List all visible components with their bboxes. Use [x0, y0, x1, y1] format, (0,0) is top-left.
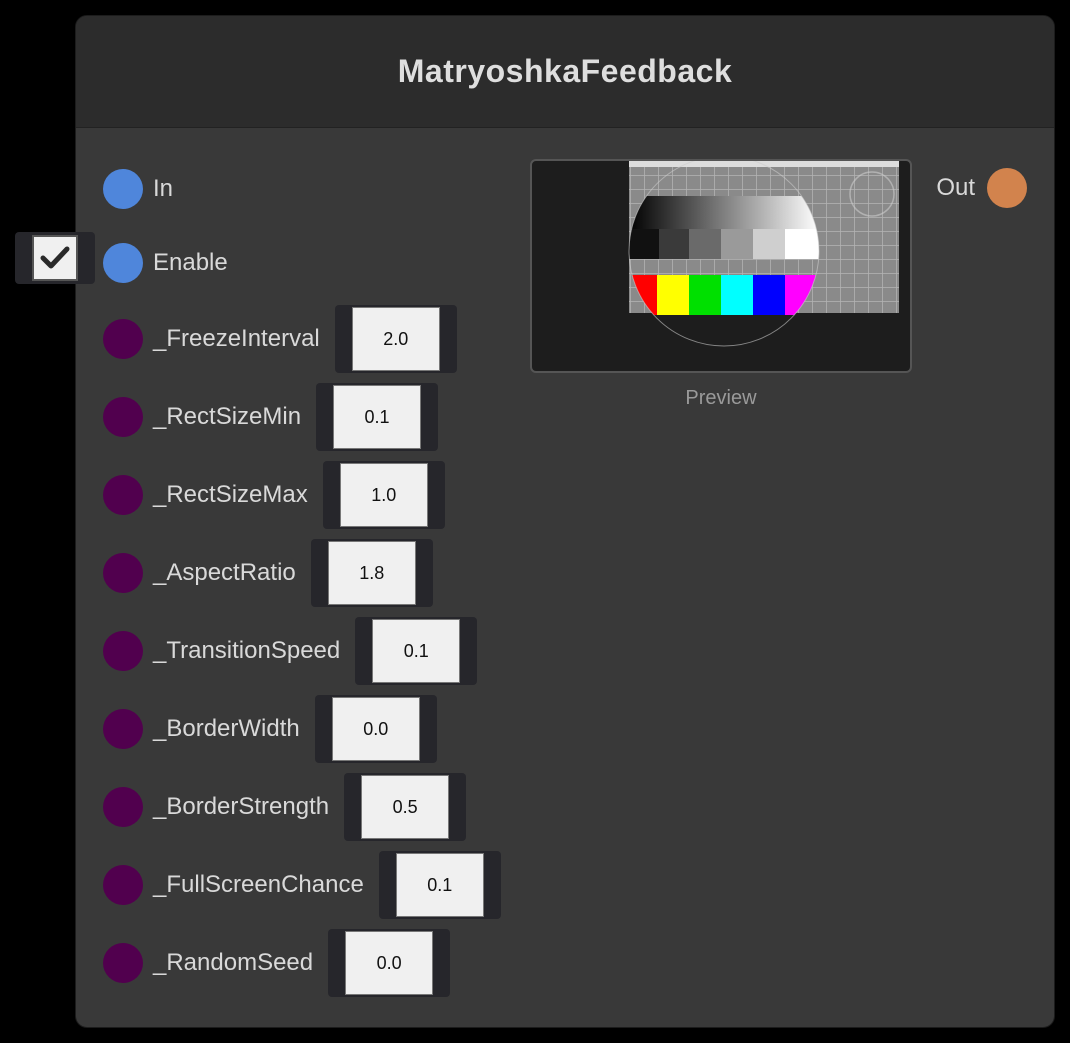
- param-port[interactable]: [103, 943, 143, 983]
- param-field-container: 1.0: [322, 461, 445, 529]
- param-field-container: 0.1: [378, 851, 501, 919]
- param-label: _FreezeInterval: [153, 325, 320, 352]
- param-label: _BorderStrength: [153, 793, 330, 820]
- param-label: _RectSizeMin: [153, 403, 302, 430]
- param-port[interactable]: [103, 397, 143, 437]
- test-pattern-icon: [628, 161, 899, 347]
- input-enable[interactable]: Enable: [103, 242, 228, 284]
- param-field-container: 0.0: [314, 695, 437, 763]
- param-field-container: 2.0: [334, 305, 457, 373]
- preview-image: [530, 159, 912, 373]
- param-row[interactable]: _TransitionSpeed 0.1: [103, 617, 478, 685]
- output-out[interactable]: Out: [936, 168, 1027, 208]
- param-value-input[interactable]: 0.0: [331, 697, 420, 761]
- param-label: _RandomSeed: [153, 949, 314, 976]
- preview-label: Preview: [685, 387, 757, 409]
- param-port[interactable]: [103, 631, 143, 671]
- param-value-input[interactable]: 0.5: [361, 775, 450, 839]
- param-value-input[interactable]: 1.8: [327, 541, 416, 605]
- param-value-input[interactable]: 0.1: [395, 853, 484, 917]
- param-label: _FullScreenChance: [153, 871, 364, 898]
- param-value-input[interactable]: 2.0: [351, 307, 440, 371]
- param-port[interactable]: [103, 475, 143, 515]
- param-row[interactable]: _RectSizeMax 1.0: [103, 461, 445, 529]
- enable-checkbox-container: [15, 232, 95, 284]
- param-port[interactable]: [103, 709, 143, 749]
- param-field-container: 1.8: [310, 539, 433, 607]
- param-row[interactable]: _RectSizeMin 0.1: [103, 383, 439, 451]
- param-row[interactable]: _RandomSeed 0.0: [103, 929, 451, 997]
- param-row[interactable]: _FreezeInterval 2.0: [103, 305, 457, 373]
- enable-label: Enable: [153, 249, 228, 276]
- param-value-input[interactable]: 0.0: [345, 931, 434, 995]
- param-row[interactable]: _FullScreenChance 0.1: [103, 851, 501, 919]
- out-port[interactable]: [987, 168, 1027, 208]
- param-port[interactable]: [103, 553, 143, 593]
- enable-checkbox[interactable]: [32, 235, 78, 281]
- node-panel[interactable]: MatryoshkaFeedback In Enable _FreezeInte…: [75, 15, 1055, 1028]
- node-header[interactable]: MatryoshkaFeedback: [76, 16, 1054, 128]
- param-label: _TransitionSpeed: [153, 637, 341, 664]
- param-field-container: 0.5: [344, 773, 467, 841]
- param-port[interactable]: [103, 787, 143, 827]
- input-in[interactable]: In: [103, 168, 173, 210]
- param-field-container: 0.1: [355, 617, 478, 685]
- param-label: _AspectRatio: [153, 559, 296, 586]
- param-value-input[interactable]: 1.0: [339, 463, 428, 527]
- param-value-input[interactable]: 0.1: [372, 619, 461, 683]
- checkmark-icon: [40, 246, 70, 269]
- param-port[interactable]: [103, 865, 143, 905]
- param-row[interactable]: _BorderStrength 0.5: [103, 773, 467, 841]
- in-port[interactable]: [103, 169, 143, 209]
- param-row[interactable]: _BorderWidth 0.0: [103, 695, 437, 763]
- param-label: _RectSizeMax: [153, 481, 308, 508]
- param-field-container: 0.0: [328, 929, 451, 997]
- param-label: _BorderWidth: [153, 715, 300, 742]
- param-port[interactable]: [103, 319, 143, 359]
- param-value-input[interactable]: 0.1: [333, 385, 422, 449]
- node-title: MatryoshkaFeedback: [397, 53, 733, 89]
- param-field-container: 0.1: [316, 383, 439, 451]
- param-row[interactable]: _AspectRatio 1.8: [103, 539, 433, 607]
- out-label: Out: [936, 174, 975, 201]
- in-label: In: [153, 175, 174, 202]
- enable-port[interactable]: [103, 243, 143, 283]
